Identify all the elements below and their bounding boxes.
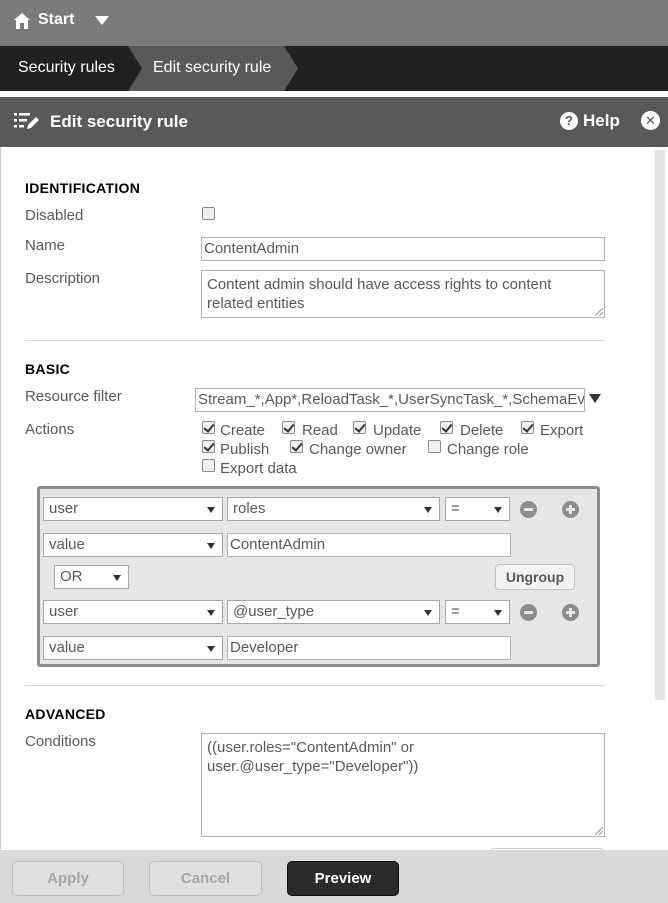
action-export-data-checkbox[interactable] bbox=[202, 459, 215, 472]
chevron-down-icon bbox=[494, 507, 502, 513]
group1-operator-select[interactable]: = bbox=[445, 497, 510, 521]
help-button[interactable]: Help bbox=[583, 111, 620, 131]
action-delete-checkbox[interactable] bbox=[440, 421, 453, 434]
top-bar: Start bbox=[0, 0, 668, 46]
select-value: user bbox=[49, 603, 79, 620]
group1-property-select[interactable]: roles bbox=[227, 497, 440, 521]
select-value: value bbox=[49, 639, 85, 656]
preview-button[interactable]: Preview bbox=[287, 861, 399, 896]
remove-condition-icon[interactable] bbox=[520, 604, 537, 621]
disabled-checkbox[interactable] bbox=[202, 207, 215, 220]
resource-filter-label: Resource filter bbox=[25, 388, 122, 405]
scrollbar[interactable] bbox=[655, 150, 665, 700]
breadcrumb-item-label: Edit security rule bbox=[153, 59, 272, 76]
select-value: @user_type bbox=[233, 603, 315, 620]
action-publish-label: Publish bbox=[220, 441, 270, 458]
action-create-checkbox[interactable] bbox=[202, 421, 215, 434]
action-change-owner-checkbox[interactable] bbox=[290, 440, 303, 453]
group1-value-type-select[interactable]: value bbox=[43, 533, 223, 557]
resize-handle[interactable] bbox=[595, 827, 603, 835]
select-value: roles bbox=[233, 500, 266, 517]
add-condition-icon[interactable] bbox=[562, 604, 579, 621]
chevron-down-icon bbox=[207, 543, 215, 549]
disabled-label: Disabled bbox=[25, 207, 84, 224]
apply-button[interactable]: Apply bbox=[12, 861, 124, 896]
breadcrumb-edit-security-rule: Edit security rule bbox=[128, 46, 298, 91]
home-icon bbox=[14, 13, 30, 29]
conditions-text: ((user.roles="ContentAdmin" or user.@use… bbox=[207, 739, 419, 775]
remove-condition-icon[interactable] bbox=[520, 501, 537, 518]
close-icon[interactable]: ✕ bbox=[641, 111, 660, 130]
resource-filter-field[interactable]: Stream_*,App*,ReloadTask_*,UserSyncTask_… bbox=[195, 388, 585, 412]
action-change-owner-label: Change owner bbox=[309, 441, 407, 458]
chevron-down-icon bbox=[424, 610, 432, 616]
chevron-down-icon bbox=[207, 646, 215, 652]
breadcrumb-item-label[interactable]: Security rules bbox=[18, 59, 115, 77]
chevron-down-icon bbox=[207, 507, 215, 513]
group2-value-type-select[interactable]: value bbox=[43, 636, 223, 660]
identification-heading: IDENTIFICATION bbox=[25, 180, 141, 196]
action-read-checkbox[interactable] bbox=[282, 421, 295, 434]
advanced-heading: ADVANCED bbox=[25, 706, 106, 722]
resize-handle[interactable] bbox=[595, 308, 603, 316]
breadcrumb-security-rules[interactable]: Security rules bbox=[0, 46, 130, 91]
chevron-down-icon bbox=[424, 507, 432, 513]
conditions-label: Conditions bbox=[25, 733, 96, 750]
resource-filter-dropdown-icon[interactable] bbox=[589, 394, 601, 403]
add-condition-icon[interactable] bbox=[562, 501, 579, 518]
start-menu-label[interactable]: Start bbox=[38, 11, 74, 29]
chevron-down-icon bbox=[113, 575, 121, 581]
group1-value-input[interactable]: ContentAdmin bbox=[227, 533, 511, 557]
action-read-label: Read bbox=[302, 422, 338, 439]
select-value: user bbox=[49, 500, 79, 517]
ungroup-button[interactable]: Ungroup bbox=[495, 564, 575, 590]
dialog-title: Edit security rule bbox=[50, 112, 188, 131]
group2-value-input[interactable]: Developer bbox=[227, 636, 511, 660]
group1-subject-select[interactable]: user bbox=[43, 497, 223, 521]
select-value: = bbox=[451, 603, 460, 620]
dialog-header: Edit security rule ? Help ✕ bbox=[0, 97, 668, 147]
action-delete-label: Delete bbox=[460, 422, 504, 439]
group2-operator-select[interactable]: = bbox=[445, 600, 510, 624]
select-value: OR bbox=[60, 568, 83, 585]
divider bbox=[25, 340, 605, 341]
name-label: Name bbox=[25, 237, 66, 254]
chevron-down-icon bbox=[494, 610, 502, 616]
actions-label: Actions bbox=[25, 421, 75, 438]
conditions-field[interactable]: ((user.roles="ContentAdmin" or user.@use… bbox=[201, 733, 605, 837]
chevron-down-icon[interactable] bbox=[95, 16, 109, 25]
group2-subject-select[interactable]: user bbox=[43, 600, 223, 624]
action-create-label: Create bbox=[220, 422, 266, 439]
action-change-role-label: Change role bbox=[447, 441, 529, 458]
action-publish-checkbox[interactable] bbox=[202, 440, 215, 453]
select-value: value bbox=[49, 536, 85, 553]
action-export-checkbox[interactable] bbox=[521, 421, 534, 434]
action-update-label: Update bbox=[373, 422, 422, 439]
name-field[interactable]: ContentAdmin bbox=[201, 237, 605, 261]
logic-operator-select[interactable]: OR bbox=[54, 565, 129, 589]
description-label: Description bbox=[25, 270, 101, 287]
dialog-border bbox=[0, 147, 1, 850]
basic-heading: BASIC bbox=[25, 361, 71, 377]
cancel-button[interactable]: Cancel bbox=[149, 861, 262, 896]
action-export-label: Export bbox=[540, 422, 584, 439]
select-value: = bbox=[451, 500, 460, 517]
breadcrumb: Security rules Edit security rule bbox=[0, 46, 668, 91]
action-update-checkbox[interactable] bbox=[353, 421, 366, 434]
group2-property-select[interactable]: @user_type bbox=[227, 600, 440, 624]
chevron-down-icon bbox=[207, 610, 215, 616]
help-icon[interactable]: ? bbox=[560, 112, 578, 130]
edit-list-icon bbox=[14, 113, 39, 129]
description-text: Content admin should have access rights … bbox=[207, 276, 552, 312]
action-export-data-label: Export data bbox=[220, 460, 297, 477]
divider bbox=[25, 685, 605, 686]
description-field[interactable]: Content admin should have access rights … bbox=[201, 270, 605, 318]
action-change-role-checkbox[interactable] bbox=[428, 440, 441, 453]
